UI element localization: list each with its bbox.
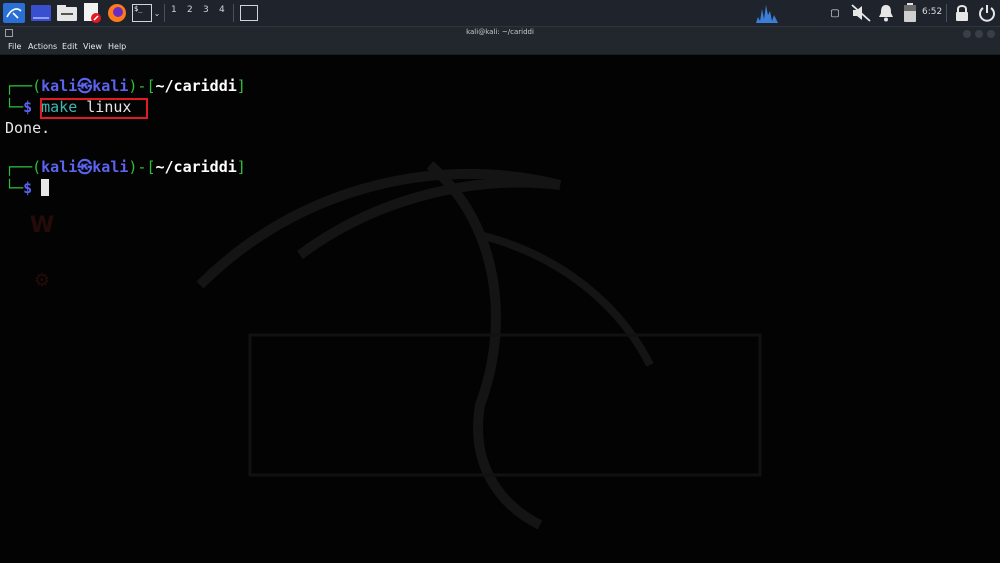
battery-icon[interactable]	[902, 3, 918, 23]
power-icon[interactable]	[978, 3, 996, 23]
prompt-frame: └─	[5, 179, 24, 197]
desktop-shortcut-icon: W	[29, 213, 55, 238]
text-cursor	[41, 179, 50, 196]
prompt-user: kali	[41, 77, 78, 95]
prompt-line-2: ┌──(kali㉿kali)-[~/cariddi]	[5, 157, 246, 177]
cpu-graph-icon	[756, 3, 778, 23]
prompt-dollar: $	[23, 179, 33, 197]
text-editor-icon[interactable]	[82, 3, 102, 23]
terminal-window-icon	[240, 5, 258, 21]
prompt-path: ~/cariddi	[155, 158, 237, 176]
prompt-frame: ┌──(	[5, 158, 42, 176]
prompt-frame: )-[	[128, 158, 156, 176]
clock[interactable]: 6:52	[922, 7, 942, 17]
firefox-icon[interactable]	[106, 3, 128, 23]
menu-view[interactable]: View	[83, 42, 102, 51]
close-button[interactable]	[987, 30, 995, 38]
lock-icon[interactable]	[954, 3, 970, 23]
window-title: kali@kali: ~/cariddi	[466, 28, 534, 36]
workspace-1[interactable]: 1	[171, 5, 177, 15]
taskbar: $_ ⌄ 1 2 3 4 ▢ 6:52	[0, 0, 1000, 27]
screen-icon[interactable]: ▢	[828, 3, 842, 23]
prompt-frame: ┌──(	[5, 77, 42, 95]
prompt-path: ~/cariddi	[155, 77, 237, 95]
prompt-at-symbol: ㉿	[77, 158, 93, 176]
prompt-frame: )-[	[128, 77, 156, 95]
window-titlebar[interactable]: kali@kali: ~/cariddi	[0, 27, 1000, 41]
prompt-host: kali	[92, 77, 129, 95]
desktop-shortcut-icon: ⚙	[33, 270, 51, 291]
terminal-launcher-label: $_	[132, 4, 152, 22]
menu-file[interactable]: File	[8, 42, 21, 51]
prompt-host: kali	[92, 158, 129, 176]
terminal-area[interactable]: W ⚙ ┌──(kali㉿kali)-[~/cariddi] └─$ make …	[0, 55, 1000, 563]
prompt-dollar: $	[23, 98, 33, 116]
maximize-button[interactable]	[975, 30, 983, 38]
kali-menu-icon[interactable]	[2, 3, 26, 23]
command-highlight-box	[40, 98, 148, 119]
volume-muted-icon[interactable]	[850, 3, 872, 23]
minimize-button[interactable]	[963, 30, 971, 38]
menu-edit[interactable]: Edit	[62, 42, 78, 51]
command-line-2[interactable]: └─$	[5, 178, 50, 198]
chevron-down-icon[interactable]: ⌄	[153, 3, 161, 23]
bell-icon[interactable]	[876, 3, 896, 23]
menu-bar: File Actions Edit View Help	[0, 41, 1000, 55]
prompt-at-symbol: ㉿	[77, 77, 93, 95]
terminal-launcher-icon[interactable]: $_	[131, 3, 153, 23]
taskbar-terminal-window[interactable]	[238, 3, 260, 23]
prompt-user: kali	[41, 158, 78, 176]
divider	[946, 4, 947, 22]
kali-dragon-watermark	[196, 161, 762, 530]
menu-help[interactable]: Help	[108, 42, 126, 51]
workspace-3[interactable]: 3	[203, 5, 209, 15]
prompt-line-1: ┌──(kali㉿kali)-[~/cariddi]	[5, 76, 246, 96]
divider	[233, 4, 234, 22]
prompt-frame: ]	[236, 158, 246, 176]
file-manager-icon[interactable]	[56, 3, 78, 23]
prompt-frame: └─	[5, 98, 24, 116]
command-output: Done.	[5, 119, 51, 137]
desktop-icon[interactable]	[30, 3, 52, 23]
workspace-2[interactable]: 2	[187, 5, 193, 15]
menu-actions[interactable]: Actions	[28, 42, 57, 51]
divider	[164, 4, 165, 22]
prompt-frame: ]	[236, 77, 246, 95]
workspace-4[interactable]: 4	[219, 5, 225, 15]
